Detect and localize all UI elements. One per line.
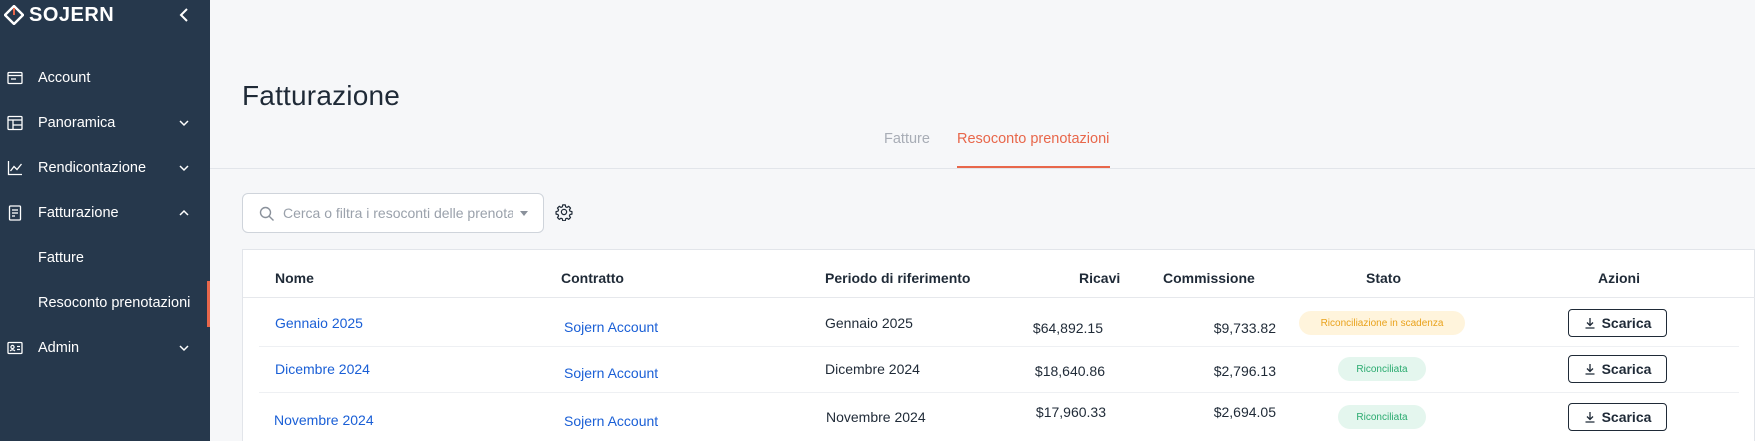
collapse-sidebar-button[interactable] [175, 4, 193, 26]
sidebar-item-label: Rendicontazione [38, 160, 147, 176]
chevron-up-icon [179, 209, 189, 216]
period-cell: Novembre 2024 [826, 409, 926, 425]
sojern-logo-icon [4, 5, 24, 25]
row-divider [259, 346, 1739, 347]
page-title: Fatturazione [242, 80, 401, 111]
period-cell: Gennaio 2025 [825, 315, 913, 331]
contract-link[interactable]: Sojern Account [564, 365, 658, 381]
download-button[interactable]: Scarica [1568, 355, 1667, 383]
revenue-cell: $18,640.86 [1034, 363, 1105, 379]
download-icon [1585, 318, 1595, 329]
download-icon [1585, 364, 1595, 375]
chevron-down-icon [179, 120, 189, 127]
dashboard-grid-icon [7, 115, 23, 131]
status-badge: Riconciliata [1338, 357, 1426, 381]
commission-cell: $2,796.13 [1213, 363, 1276, 379]
report-name-link[interactable]: Dicembre 2024 [275, 361, 370, 377]
commission-cell: $9,733.82 [1213, 320, 1276, 336]
sidebar-item-label: Account [38, 70, 91, 86]
contract-link[interactable]: Sojern Account [564, 413, 658, 429]
sidebar-item-fatturazione[interactable]: Fatturazione [0, 191, 210, 235]
id-card-icon [7, 341, 23, 355]
account-card-icon [7, 71, 23, 85]
column-header-periodo: Periodo di riferimento [825, 270, 971, 286]
line-chart-icon [7, 161, 23, 176]
sidebar-item-admin[interactable]: Admin [0, 326, 210, 370]
tab-fatture[interactable]: Fatture [884, 131, 930, 147]
column-header-nome: Nome [275, 270, 314, 286]
chevron-down-icon [179, 345, 189, 352]
download-button-label: Scarica [1601, 315, 1652, 331]
commission-cell: $2,694.05 [1213, 404, 1276, 420]
dropdown-caret-icon[interactable] [520, 211, 528, 216]
brand-logo[interactable]: SOJERN [4, 4, 114, 26]
sidebar-subitem-fatture[interactable]: Fatture [0, 236, 210, 280]
receipt-icon [8, 205, 22, 221]
download-button-label: Scarica [1601, 409, 1652, 425]
search-input[interactable] [283, 203, 513, 223]
column-header-commissione: Commissione [1163, 270, 1255, 286]
chevron-left-icon [179, 8, 188, 22]
column-header-ricavi: Ricavi [1079, 270, 1121, 286]
report-name-link[interactable]: Novembre 2024 [274, 412, 374, 428]
gear-icon[interactable] [555, 203, 573, 221]
booking-report-table: Nome Contratto Periodo di riferimento Ri… [242, 249, 1755, 441]
chevron-down-icon [179, 165, 189, 172]
sidebar-subitem-label: Resoconto prenotazioni [38, 295, 191, 311]
tab-resoconto-prenotazioni[interactable]: Resoconto prenotazioni [957, 131, 1109, 147]
status-badge: Riconciliata [1338, 405, 1426, 429]
row-divider [259, 392, 1739, 393]
sidebar-item-rendicontazione[interactable]: Rendicontazione [0, 146, 210, 190]
revenue-cell: $17,960.33 [1035, 404, 1106, 420]
sidebar-item-panoramica[interactable]: Panoramica [0, 101, 210, 145]
download-button[interactable]: Scarica [1568, 309, 1667, 337]
search-filter-field[interactable] [242, 193, 544, 233]
brand-name: SOJERN [29, 3, 115, 26]
download-button[interactable]: Scarica [1568, 403, 1667, 431]
sidebar-subitem-label: Fatture [38, 250, 84, 266]
sidebar-item-label: Admin [38, 340, 80, 356]
sidebar-subitem-resoconto-prenotazioni[interactable]: Resoconto prenotazioni [0, 281, 210, 327]
period-cell: Dicembre 2024 [825, 361, 920, 377]
column-header-azioni: Azioni [1598, 270, 1640, 286]
download-icon [1585, 412, 1595, 423]
column-header-contratto: Contratto [561, 270, 624, 286]
sidebar-item-label: Fatturazione [38, 205, 119, 221]
status-badge: Riconciliazione in scadenza [1299, 311, 1465, 335]
active-indicator [207, 281, 210, 327]
revenue-cell: $64,892.15 [1032, 320, 1103, 336]
contract-link[interactable]: Sojern Account [564, 319, 658, 335]
table-header-divider [243, 297, 1755, 298]
report-name-link[interactable]: Gennaio 2025 [275, 315, 363, 331]
sidebar-item-label: Panoramica [38, 115, 116, 131]
sidebar-item-account[interactable]: Account [0, 56, 210, 100]
download-button-label: Scarica [1601, 361, 1652, 377]
sidebar: SOJERN Account Panoramica Rendicontazion… [0, 0, 210, 441]
column-header-stato: Stato [1366, 270, 1401, 286]
tabs-divider [210, 168, 1755, 169]
search-icon [259, 206, 274, 221]
